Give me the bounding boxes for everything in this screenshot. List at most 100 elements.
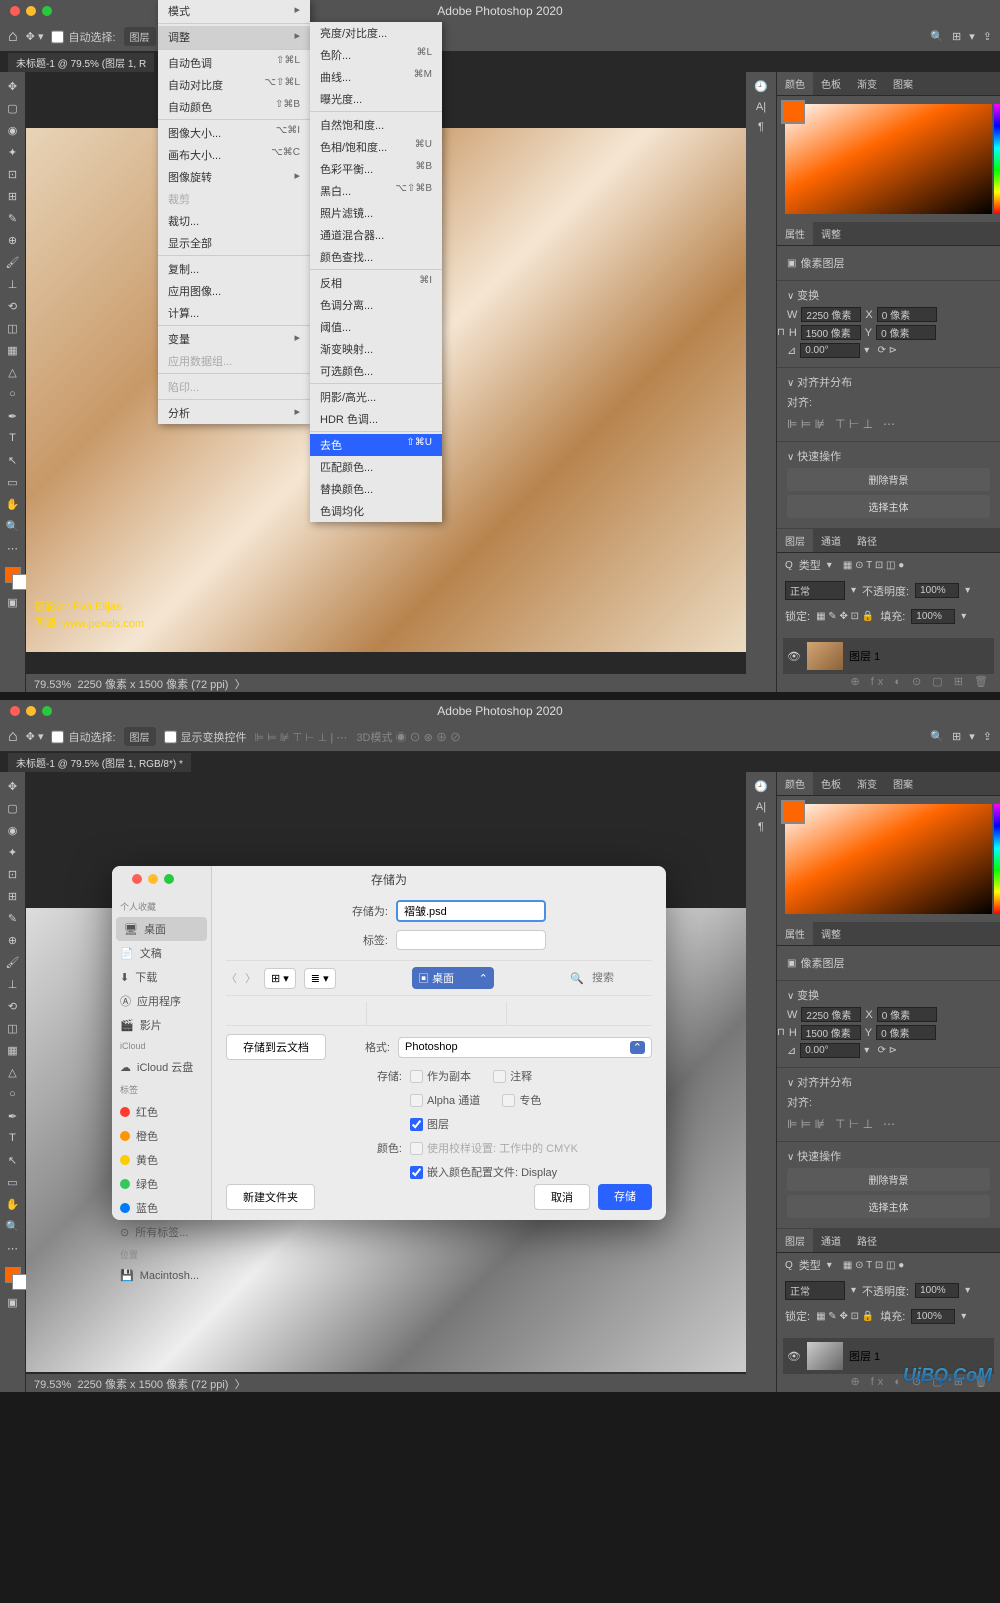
cancel-button[interactable]: 取消	[534, 1184, 590, 1210]
show-transform-checkbox[interactable]	[164, 729, 177, 745]
menu-trim[interactable]: 裁切...	[158, 210, 310, 232]
menu-selective-color[interactable]: 可选颜色...	[310, 360, 442, 384]
menu-desaturate[interactable]: 去色⇧⌘U	[310, 434, 442, 456]
menu-match-color[interactable]: 匹配颜色...	[310, 456, 442, 478]
search-input[interactable]	[592, 972, 652, 984]
menu-equalize[interactable]: 色调均化	[310, 500, 442, 522]
menu-black-white[interactable]: 黑白...⌥⇧⌘B	[310, 180, 442, 202]
menu-levels[interactable]: 色阶...⌘L	[310, 44, 442, 66]
marquee-tool[interactable]: ▢	[2, 798, 24, 818]
menu-reveal-all[interactable]: 显示全部	[158, 232, 310, 256]
layer-thumbnail[interactable]	[807, 1342, 843, 1370]
move-tool-icon[interactable]: ✥ ▾	[26, 30, 44, 43]
tab-channels[interactable]: 通道	[813, 529, 849, 552]
tab-swatches[interactable]: 色板	[813, 72, 849, 95]
frame-tool[interactable]: ⊞	[2, 186, 24, 206]
hand-tool[interactable]: ✋	[2, 494, 24, 514]
char-icon[interactable]: A|	[756, 801, 766, 813]
layers-checkbox[interactable]	[410, 1118, 423, 1131]
location-select[interactable]: ▣ 桌面 ⌃	[412, 967, 494, 989]
heal-tool[interactable]: ⊕	[2, 930, 24, 950]
move-tool[interactable]: ✥	[2, 776, 24, 796]
save-to-cloud-button[interactable]: 存储到云文档	[226, 1034, 326, 1060]
sidebar-macintosh[interactable]: 💾 Macintosh...	[112, 1265, 211, 1286]
tab-color[interactable]: 颜色	[777, 72, 813, 95]
width-input[interactable]	[801, 307, 861, 322]
gradient-tool[interactable]: ▦	[2, 1040, 24, 1060]
sidebar-desktop[interactable]: 🖥 桌面	[116, 917, 207, 941]
zoom-tool[interactable]: 🔍	[2, 516, 24, 536]
menu-posterize[interactable]: 色调分离...	[310, 294, 442, 316]
save-button[interactable]: 存储	[598, 1184, 652, 1210]
history-tool[interactable]: ⟲	[2, 996, 24, 1016]
select-subject-button[interactable]: 选择主体	[787, 1195, 990, 1218]
dodge-tool[interactable]: ○	[2, 1084, 24, 1104]
cmyk-checkbox[interactable]	[410, 1142, 423, 1155]
hand-tool[interactable]: ✋	[2, 1194, 24, 1214]
wand-tool[interactable]: ✦	[2, 842, 24, 862]
visibility-icon[interactable]: 👁	[787, 650, 801, 663]
menu-curves[interactable]: 曲线...⌘M	[310, 66, 442, 88]
menu-hue[interactable]: 色相/饱和度...⌘U	[310, 136, 442, 158]
char-icon[interactable]: A|	[756, 101, 766, 113]
color-picker[interactable]	[785, 804, 992, 914]
para-icon[interactable]: ¶	[758, 121, 764, 133]
new-folder-button[interactable]: 新建文件夹	[226, 1184, 315, 1210]
remove-bg-button[interactable]: 删除背景	[787, 468, 990, 491]
menu-shadows-highlights[interactable]: 阴影/高光...	[310, 386, 442, 408]
menu-analysis[interactable]: 分析▸	[158, 402, 310, 424]
sidebar-documents[interactable]: 📄 文稿	[112, 941, 211, 965]
shape-tool[interactable]: ▭	[2, 1172, 24, 1192]
frame-tool[interactable]: ⊞	[2, 886, 24, 906]
tab-patterns[interactable]: 图案	[885, 72, 921, 95]
menu-calculations[interactable]: 计算...	[158, 302, 310, 326]
menu-color-lookup[interactable]: 颜色查找...	[310, 246, 442, 270]
menu-invert[interactable]: 反相⌘I	[310, 272, 442, 294]
history-icon[interactable]: 🕘	[754, 780, 768, 793]
sidebar-tag-blue[interactable]: 蓝色	[112, 1196, 211, 1220]
move-tool[interactable]: ✥	[2, 76, 24, 96]
layer-name[interactable]: 图层 1	[849, 648, 880, 664]
sidebar-movies[interactable]: 🎬 影片	[112, 1013, 211, 1037]
history-icon[interactable]: 🕘	[754, 80, 768, 93]
menu-auto-contrast[interactable]: 自动对比度⌥⇧⌘L	[158, 74, 310, 96]
tags-input[interactable]	[396, 930, 546, 950]
sidebar-tag-yellow[interactable]: 黄色	[112, 1148, 211, 1172]
eyedropper-tool[interactable]: ✎	[2, 208, 24, 228]
sidebar-downloads[interactable]: ⬇ 下载	[112, 965, 211, 989]
copy-checkbox[interactable]	[410, 1070, 423, 1083]
crop-tool[interactable]: ⊡	[2, 164, 24, 184]
menu-auto-tone[interactable]: 自动色调⇧⌘L	[158, 52, 310, 74]
layer-name[interactable]: 图层 1	[849, 1348, 880, 1364]
nav-back[interactable]: 〈	[226, 970, 237, 986]
menu-auto-color[interactable]: 自动颜色⇧⌘B	[158, 96, 310, 120]
type-tool[interactable]: T	[2, 1128, 24, 1148]
stamp-tool[interactable]: ⊥	[2, 274, 24, 294]
path-tool[interactable]: ↖	[2, 450, 24, 470]
layer-thumbnail[interactable]	[807, 642, 843, 670]
sidebar-tag-orange[interactable]: 橙色	[112, 1124, 211, 1148]
select-subject-button[interactable]: 选择主体	[787, 495, 990, 518]
menu-threshold[interactable]: 阈值...	[310, 316, 442, 338]
brush-tool[interactable]: 🖌	[2, 952, 24, 972]
document-tab[interactable]: 未标题-1 @ 79.5% (图层 1, R	[8, 53, 154, 72]
color-picker[interactable]	[785, 104, 992, 214]
layer-row[interactable]: 👁 图层 1	[783, 638, 994, 674]
tab-paths[interactable]: 路径	[849, 529, 885, 552]
pen-tool[interactable]: ✒	[2, 406, 24, 426]
eraser-tool[interactable]: ◫	[2, 1018, 24, 1038]
lasso-tool[interactable]: ◉	[2, 820, 24, 840]
filename-input[interactable]	[396, 900, 546, 922]
menu-canvas-size[interactable]: 画布大小...⌥⌘C	[158, 144, 310, 166]
eyedropper-tool[interactable]: ✎	[2, 908, 24, 928]
zoom-tool[interactable]: 🔍	[2, 1216, 24, 1236]
sidebar-tag-red[interactable]: 红色	[112, 1100, 211, 1124]
format-select[interactable]: Photoshop⌃	[398, 1037, 652, 1058]
nav-forward[interactable]: 〉	[245, 970, 256, 986]
blur-tool[interactable]: △	[2, 1062, 24, 1082]
auto-select-type[interactable]: 图层	[124, 27, 156, 46]
menu-exposure[interactable]: 曝光度...	[310, 88, 442, 112]
document-tab[interactable]: 未标题-1 @ 79.5% (图层 1, RGB/8*) *	[8, 753, 191, 772]
auto-select-checkbox[interactable]	[51, 29, 64, 45]
menu-mode[interactable]: 模式▸	[158, 0, 310, 24]
